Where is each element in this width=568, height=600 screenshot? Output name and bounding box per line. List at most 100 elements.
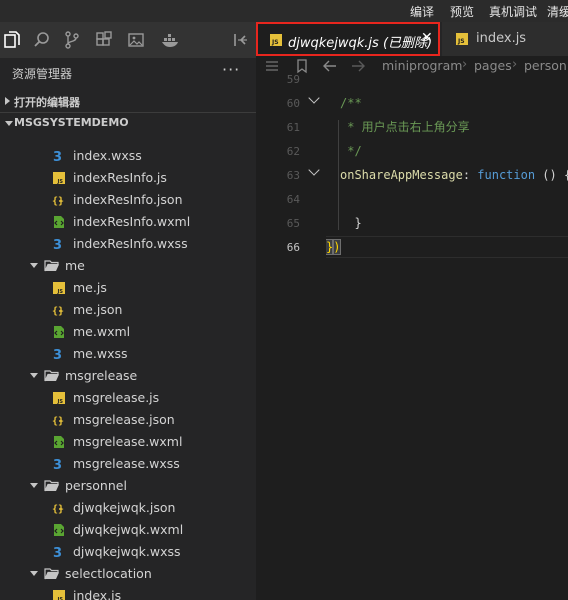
folder-item-msgrelease[interactable]: msgrelease — [0, 365, 256, 387]
svg-text:JS: JS — [57, 289, 64, 295]
tree-item-label: msgrelease — [65, 368, 138, 383]
image-icon[interactable] — [126, 30, 146, 50]
files-icon[interactable] — [2, 30, 22, 50]
code-line: onShareAppMessage: function () { — [340, 168, 568, 182]
svg-text:3: 3 — [53, 348, 62, 361]
breadcrumb-personnel[interactable]: personn — [524, 58, 568, 73]
folder-open-icon — [44, 259, 59, 273]
tab-index-js[interactable]: JS index.js — [442, 22, 568, 56]
explorer-sidebar: 资源管理器 ··· 打开的编辑器 MSGSYSTEMDEMO 3 index.wx… — [0, 58, 256, 600]
file-item-msgrelease.wxml[interactable]: msgrelease.wxml — [0, 431, 256, 453]
explorer-title: 资源管理器 — [12, 67, 73, 81]
file-item-indexResInfo.wxss[interactable]: 3 indexResInfo.wxss — [0, 233, 256, 255]
breadcrumb-pages[interactable]: pages — [474, 58, 512, 73]
breadcrumb: miniprogram › pages › personn — [256, 56, 568, 76]
folder-item-me[interactable]: me — [0, 255, 256, 277]
svg-text:3: 3 — [53, 238, 62, 251]
tree-item-label: me — [65, 258, 85, 273]
search-icon[interactable] — [32, 30, 52, 50]
activity-bar — [0, 22, 256, 58]
file-item-djwqkejwqk.json[interactable]: {} djwqkejwqk.json — [0, 497, 256, 519]
file-item-djwqkejwqk.wxml[interactable]: djwqkejwqk.wxml — [0, 519, 256, 541]
chevron-down-icon — [5, 121, 13, 126]
file-item-index.js[interactable]: JS index.js — [0, 585, 256, 600]
svg-text:3: 3 — [53, 546, 62, 559]
tree-item-label: msgrelease.js — [73, 390, 160, 405]
js-file-icon: JS — [52, 171, 66, 185]
tree-item-label: indexResInfo.wxss — [73, 236, 188, 251]
split-icon[interactable] — [230, 30, 250, 50]
tree-item-label: personnel — [65, 478, 127, 493]
file-item-djwqkejwqk.wxss[interactable]: 3 djwqkejwqk.wxss — [0, 541, 256, 563]
wxss-file-icon: 3 — [52, 347, 66, 363]
top-toolbar: 编译 预览 真机调试 清缓 — [0, 0, 568, 22]
open-editors-label: 打开的编辑器 — [14, 96, 80, 109]
file-item-me.js[interactable]: JS me.js — [0, 277, 256, 299]
compile-button[interactable]: 编译 — [410, 3, 434, 20]
folder-item-personnel[interactable]: personnel — [0, 475, 256, 497]
close-icon[interactable]: ✕ — [421, 30, 433, 46]
svg-text:{}: {} — [52, 196, 64, 207]
chevron-down-icon[interactable] — [30, 263, 38, 268]
extensions-icon[interactable] — [94, 30, 114, 50]
svg-text:3: 3 — [53, 150, 62, 163]
line-number: 59 — [286, 73, 300, 86]
file-item-indexResInfo.json[interactable]: {} indexResInfo.json — [0, 189, 256, 211]
line-number: 60 — [286, 97, 300, 110]
back-arrow-icon[interactable] — [322, 58, 338, 78]
tree-item-label: djwqkejwqk.wxml — [73, 522, 184, 537]
tree-item-label: index.js — [73, 588, 122, 600]
svg-text:{}: {} — [52, 504, 64, 515]
line-number-gutter: 59 60 61 62 63 64 65 66 — [256, 73, 326, 600]
wxss-file-icon: 3 — [52, 237, 66, 253]
more-actions-icon[interactable]: ··· — [222, 60, 240, 79]
file-item-me.json[interactable]: {} me.json — [0, 299, 256, 321]
tree-item-label: msgrelease.wxml — [73, 434, 183, 449]
tree-item-label: selectlocation — [65, 566, 152, 581]
svg-text:3: 3 — [53, 458, 62, 471]
source-control-icon[interactable] — [62, 30, 82, 50]
line-number: 64 — [286, 193, 300, 206]
line-number: 66 — [286, 241, 300, 254]
file-item-me.wxss[interactable]: 3 me.wxss — [0, 343, 256, 365]
tab-djwqkejwqk-js[interactable]: JS djwqkejwqk.js (已删除) ✕ — [256, 22, 440, 56]
chevron-down-icon[interactable] — [30, 373, 38, 378]
tree-item-label: indexResInfo.js — [73, 170, 167, 185]
project-name: MSGSYSTEMDEMO — [14, 116, 129, 129]
wxml-file-icon — [52, 215, 66, 229]
docker-icon[interactable] — [160, 30, 180, 50]
file-item-indexResInfo.js[interactable]: JS indexResInfo.js — [0, 167, 256, 189]
breadcrumb-miniprogram[interactable]: miniprogram — [382, 58, 462, 73]
explorer-header: 资源管理器 ··· — [0, 58, 256, 90]
tree-item-label: djwqkejwqk.wxss — [73, 544, 181, 559]
file-item-msgrelease.wxss[interactable]: 3 msgrelease.wxss — [0, 453, 256, 475]
project-root-section[interactable]: MSGSYSTEMDEMO — [0, 112, 256, 134]
wxml-file-icon — [52, 523, 66, 537]
js-file-icon: JS — [52, 589, 66, 600]
code-line: * 用户点击右上角分享 — [340, 120, 470, 134]
file-item-index.wxss[interactable]: 3 index.wxss — [0, 145, 256, 167]
forward-arrow-icon[interactable] — [350, 58, 366, 78]
file-item-me.wxml[interactable]: me.wxml — [0, 321, 256, 343]
tree-item-label: index.wxss — [73, 148, 142, 163]
folder-item-selectlocation[interactable]: selectlocation — [0, 563, 256, 585]
tree-item-label: indexResInfo.json — [73, 192, 183, 207]
code-line: /** — [340, 96, 362, 110]
chevron-down-icon[interactable] — [30, 483, 38, 488]
file-item-msgrelease.js[interactable]: JS msgrelease.js — [0, 387, 256, 409]
chevron-down-icon[interactable] — [30, 571, 38, 576]
wxss-file-icon: 3 — [52, 545, 66, 561]
tree-item-label: msgrelease.json — [73, 412, 175, 427]
json-file-icon: {} — [52, 303, 66, 317]
code-editor[interactable]: /** * 用户点击右上角分享 */ onShareAppMessage: fu… — [326, 76, 568, 600]
fold-chevron-icon[interactable] — [308, 92, 320, 104]
file-item-msgrelease.json[interactable]: {} msgrelease.json — [0, 409, 256, 431]
wxss-file-icon: 3 — [52, 457, 66, 473]
fold-chevron-icon[interactable] — [308, 164, 320, 176]
file-item-indexResInfo.wxml[interactable]: indexResInfo.wxml — [0, 211, 256, 233]
clear-cache-button[interactable]: 清缓 — [547, 3, 568, 20]
remote-debug-button[interactable]: 真机调试 — [489, 3, 537, 20]
js-file-icon: JS — [52, 281, 66, 295]
open-editors-section[interactable]: 打开的编辑器 — [0, 90, 256, 113]
preview-button[interactable]: 预览 — [450, 3, 474, 20]
